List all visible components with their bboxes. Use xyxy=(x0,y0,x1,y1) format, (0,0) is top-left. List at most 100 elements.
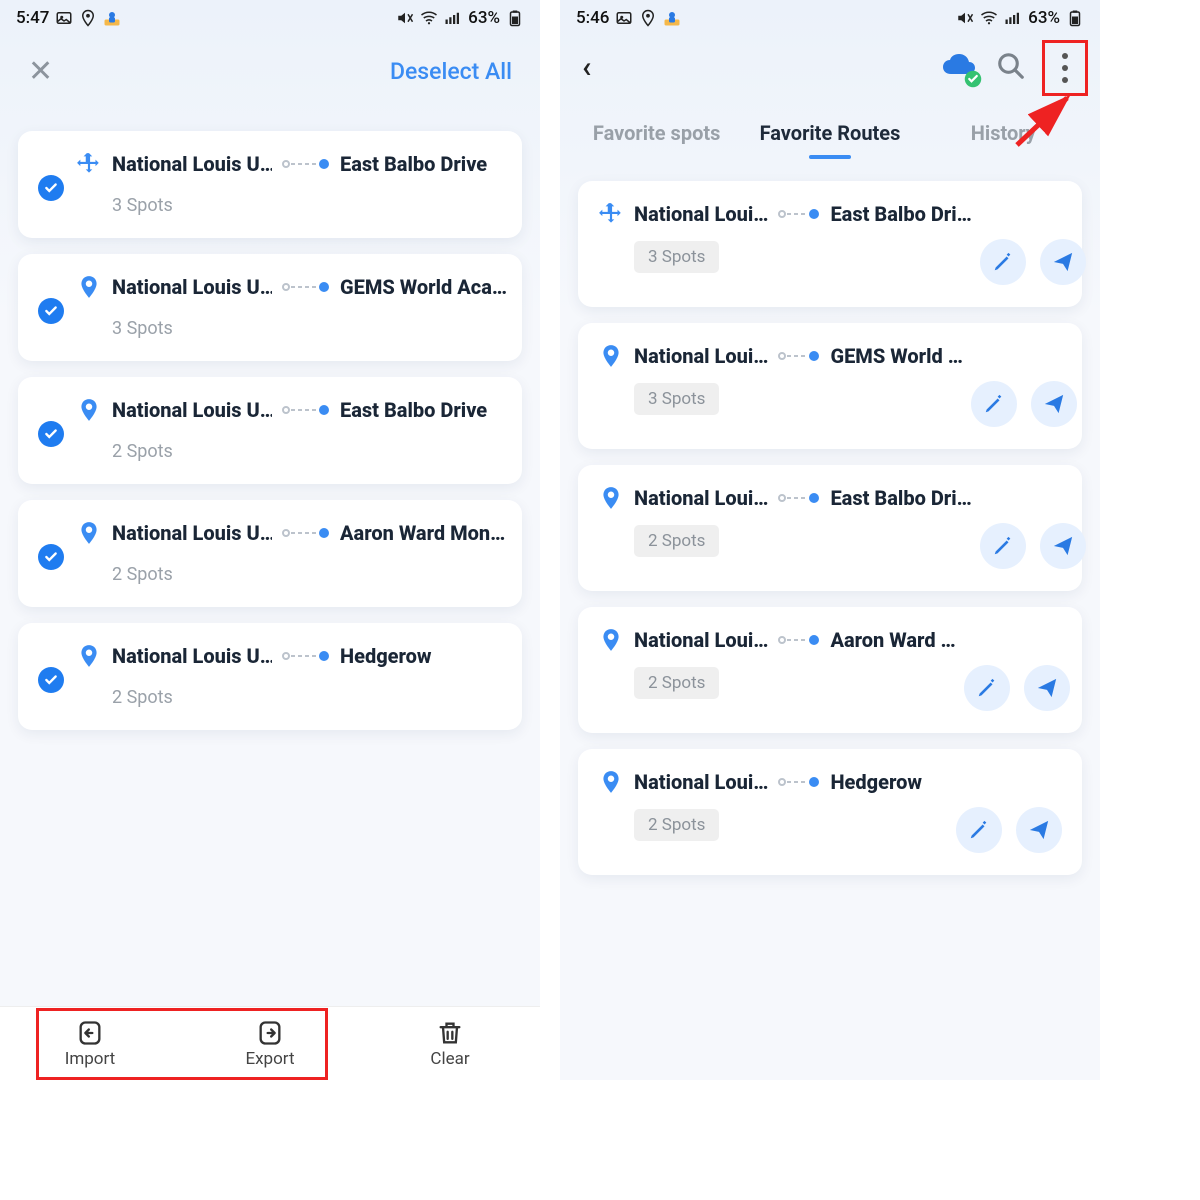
send-icon xyxy=(1052,251,1074,273)
send-icon xyxy=(1043,393,1065,415)
route-card[interactable]: National Loui… East Balbo Dri… 2 Spots xyxy=(578,465,1082,591)
route-card[interactable]: National Loui… GEMS World … 3 Spots xyxy=(578,323,1082,449)
route-connector-icon xyxy=(282,527,330,539)
route-from: National Louis U… xyxy=(112,152,272,176)
spot-count: 2 Spots xyxy=(112,687,502,708)
edit-button[interactable] xyxy=(956,807,1002,853)
more-menu-button[interactable] xyxy=(1042,40,1088,96)
deselect-all-button[interactable]: Deselect All xyxy=(390,58,512,85)
route-from: National Loui… xyxy=(634,202,768,226)
spot-count: 2 Spots xyxy=(634,667,719,699)
cloud-sync-icon[interactable] xyxy=(940,52,978,84)
route-connector-icon xyxy=(282,281,330,293)
edit-button[interactable] xyxy=(980,239,1026,285)
person-map-icon xyxy=(103,9,121,27)
route-from: National Louis U… xyxy=(112,275,272,299)
route-connector-icon xyxy=(778,776,820,788)
pencil-icon xyxy=(992,535,1014,557)
move-icon xyxy=(598,201,624,227)
pencil-icon xyxy=(968,819,990,841)
route-card[interactable]: National Loui… Aaron Ward … 2 Spots xyxy=(578,607,1082,733)
edit-button[interactable] xyxy=(971,381,1017,427)
route-card[interactable]: National Louis U… East Balbo Drive 2 Spo… xyxy=(18,377,522,484)
checkbox-checked-icon[interactable] xyxy=(38,175,64,201)
export-button[interactable]: Export xyxy=(180,1007,360,1080)
route-card[interactable]: National Louis U… Hedgerow 2 Spots xyxy=(18,623,522,730)
tab-favorite-spots[interactable]: Favorite spots xyxy=(570,121,743,159)
edit-button[interactable] xyxy=(964,665,1010,711)
signal-icon xyxy=(444,9,462,27)
send-button[interactable] xyxy=(1016,807,1062,853)
phone-left: 5:47 63% ✕ Deselect All National Louis U… xyxy=(0,0,540,1080)
battery-icon xyxy=(1066,9,1084,27)
pin-icon xyxy=(598,343,624,369)
pin-icon xyxy=(598,485,624,511)
pencil-icon xyxy=(976,677,998,699)
back-icon[interactable]: ‹ xyxy=(582,50,591,85)
route-to: East Balbo Drive xyxy=(340,398,487,422)
status-time: 5:46 xyxy=(576,8,609,28)
spot-count: 2 Spots xyxy=(634,809,719,841)
route-connector-icon xyxy=(778,350,820,362)
pencil-icon xyxy=(983,393,1005,415)
route-card[interactable]: National Louis U… GEMS World Aca… 3 Spot… xyxy=(18,254,522,361)
bottom-bar: Import Export Clear xyxy=(0,1006,540,1080)
import-button[interactable]: Import xyxy=(0,1007,180,1080)
pin-icon xyxy=(598,627,624,653)
export-label: Export xyxy=(245,1049,294,1069)
route-from: National Loui… xyxy=(634,628,768,652)
status-bar: 5:47 63% xyxy=(0,0,540,36)
send-icon xyxy=(1052,535,1074,557)
tab-history[interactable]: History xyxy=(917,121,1090,159)
route-to: Aaron Ward … xyxy=(830,628,955,652)
route-card[interactable]: National Loui… Hedgerow 2 Spots xyxy=(578,749,1082,875)
app-header: ‹ xyxy=(560,36,1100,95)
mute-icon xyxy=(396,9,414,27)
pencil-icon xyxy=(992,251,1014,273)
person-map-icon xyxy=(663,9,681,27)
route-connector-icon xyxy=(282,158,330,170)
import-icon xyxy=(76,1019,104,1047)
route-card[interactable]: National Louis U… Aaron Ward Mon… 2 Spot… xyxy=(18,500,522,607)
send-icon xyxy=(1036,677,1058,699)
route-to: East Balbo Dri… xyxy=(830,486,971,510)
clear-button[interactable]: Clear xyxy=(360,1007,540,1080)
send-button[interactable] xyxy=(1040,523,1086,569)
send-button[interactable] xyxy=(1040,239,1086,285)
spot-count: 2 Spots xyxy=(112,441,502,462)
route-from: National Loui… xyxy=(634,486,768,510)
pin-icon xyxy=(598,769,624,795)
wifi-icon xyxy=(420,9,438,27)
signal-icon xyxy=(1004,9,1022,27)
checkbox-checked-icon[interactable] xyxy=(38,544,64,570)
spot-count: 2 Spots xyxy=(112,564,505,585)
pin-icon xyxy=(76,397,102,423)
route-card[interactable]: National Louis U… East Balbo Drive 3 Spo… xyxy=(18,131,522,238)
battery-pct: 63% xyxy=(1028,8,1060,28)
edit-button[interactable] xyxy=(980,523,1026,569)
route-connector-icon xyxy=(778,492,820,504)
search-icon[interactable] xyxy=(996,51,1026,85)
route-connector-icon xyxy=(282,650,330,662)
send-button[interactable] xyxy=(1024,665,1070,711)
route-card[interactable]: National Loui… East Balbo Dri… 3 Spots xyxy=(578,181,1082,307)
battery-pct: 63% xyxy=(468,8,500,28)
export-icon xyxy=(256,1019,284,1047)
pin-icon xyxy=(76,520,102,546)
route-to: GEMS World Aca… xyxy=(340,275,507,299)
tab-favorite-routes[interactable]: Favorite Routes xyxy=(743,121,916,159)
send-button[interactable] xyxy=(1031,381,1077,427)
close-icon[interactable]: ✕ xyxy=(28,54,53,89)
checkbox-checked-icon[interactable] xyxy=(38,667,64,693)
location-icon xyxy=(639,9,657,27)
status-bar: 5:46 63% xyxy=(560,0,1100,36)
checkbox-checked-icon[interactable] xyxy=(38,298,64,324)
picture-icon xyxy=(55,9,73,27)
spot-count: 2 Spots xyxy=(634,525,719,557)
checkbox-checked-icon[interactable] xyxy=(38,421,64,447)
route-from: National Loui… xyxy=(634,770,768,794)
battery-icon xyxy=(506,9,524,27)
trash-icon xyxy=(436,1019,464,1047)
route-list: National Loui… East Balbo Dri… 3 Spots N… xyxy=(560,159,1100,1080)
mute-icon xyxy=(956,9,974,27)
